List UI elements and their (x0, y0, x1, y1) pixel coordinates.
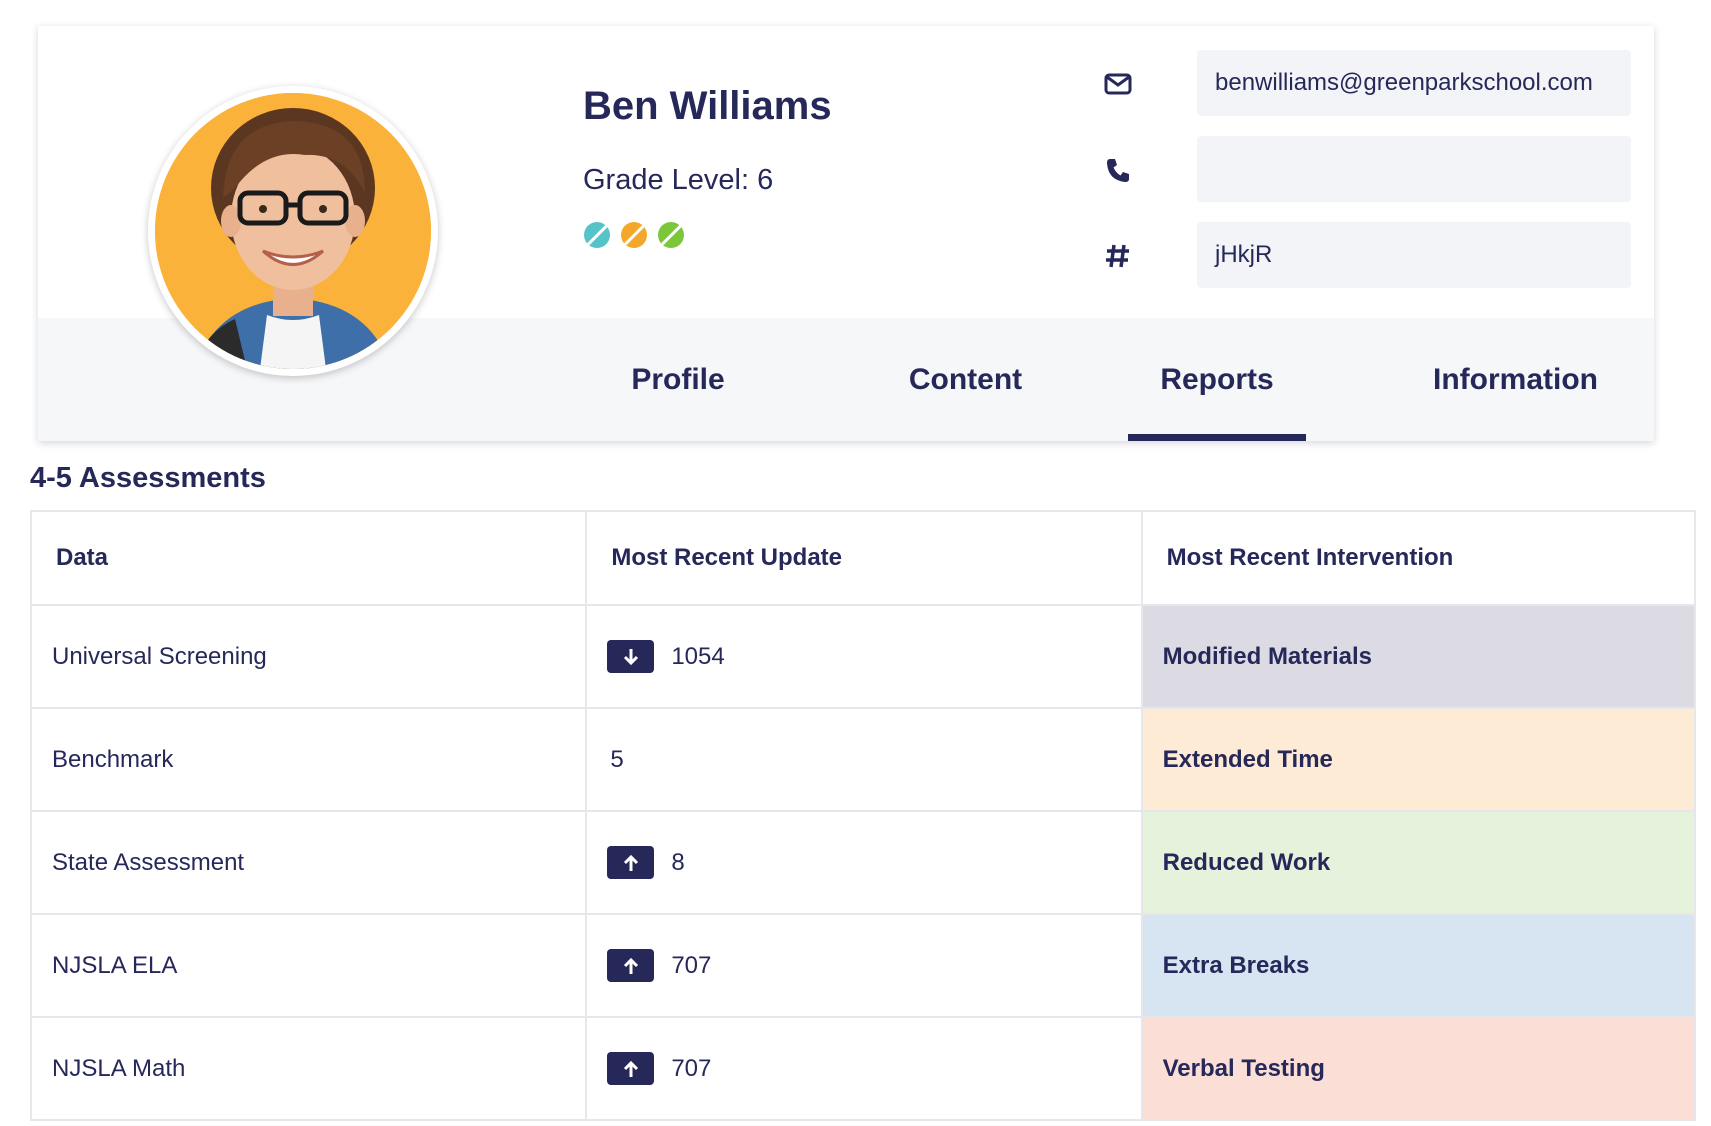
table-header-row: Data Most Recent Update Most Recent Inte… (29, 510, 1697, 606)
update-value: 1054 (671, 642, 725, 670)
table-row: NJSLA Math 707 Verbal Testing (29, 1016, 1697, 1121)
update-cell: 8 (585, 810, 1143, 915)
assessments-table: Data Most Recent Update Most Recent Inte… (29, 510, 1697, 1121)
column-header-update: Most Recent Update (585, 510, 1143, 606)
update-cell: 5 (585, 707, 1143, 812)
avatar (148, 86, 438, 376)
update-value: 707 (671, 951, 712, 979)
assessment-name: NJSLA ELA (29, 913, 588, 1018)
section-title: 4-5 Assessments (30, 462, 266, 494)
update-value: 707 (671, 1054, 712, 1082)
update-value: 5 (610, 745, 624, 773)
tab-profile[interactable]: Profile (583, 318, 773, 441)
tab-content[interactable]: Content (858, 318, 1073, 441)
table-row: NJSLA ELA 707 Extra Breaks (29, 913, 1697, 1018)
table-row: State Assessment 8 Reduced Work (29, 810, 1697, 915)
status-indicators (584, 222, 684, 248)
phone-icon (1100, 152, 1136, 188)
envelope-icon (1100, 66, 1136, 102)
arrow-up-icon (607, 846, 655, 879)
update-cell: 1054 (585, 604, 1143, 709)
table-row: Universal Screening 1054 Modified Materi… (29, 604, 1697, 709)
assessment-name: Universal Screening (29, 604, 588, 709)
update-value: 8 (671, 848, 685, 876)
arrow-down-icon (607, 640, 655, 673)
student-profile-card: Ben Williams Grade Level: 6 benwilliams@… (38, 26, 1654, 441)
arrow-up-icon (607, 949, 655, 982)
tab-reports[interactable]: Reports (1128, 318, 1306, 441)
table-row: Benchmark 5 Extended Time (29, 707, 1697, 812)
intervention-label: Verbal Testing (1140, 1016, 1697, 1121)
status-dot-green (658, 222, 684, 248)
student-name: Ben Williams (583, 84, 832, 128)
update-cell: 707 (585, 913, 1143, 1018)
arrow-up-icon (607, 1052, 655, 1085)
tab-information[interactable]: Information (1408, 318, 1623, 441)
hash-icon (1100, 238, 1136, 274)
grade-level: Grade Level: 6 (583, 164, 774, 196)
status-dot-teal (584, 222, 610, 248)
phone-field[interactable] (1197, 136, 1631, 202)
assessment-name: State Assessment (29, 810, 588, 915)
column-header-data: Data (29, 510, 588, 606)
id-code-field[interactable]: jHkjR (1197, 222, 1631, 288)
email-field[interactable]: benwilliams@greenparkschool.com (1197, 50, 1631, 116)
update-cell: 707 (585, 1016, 1143, 1121)
intervention-label: Extra Breaks (1140, 913, 1697, 1018)
status-dot-orange (621, 222, 647, 248)
student-photo (155, 93, 431, 369)
intervention-label: Reduced Work (1140, 810, 1697, 915)
assessment-name: NJSLA Math (29, 1016, 588, 1121)
column-header-intervention: Most Recent Intervention (1140, 510, 1697, 606)
intervention-label: Modified Materials (1140, 604, 1697, 709)
intervention-label: Extended Time (1140, 707, 1697, 812)
assessment-name: Benchmark (29, 707, 588, 812)
